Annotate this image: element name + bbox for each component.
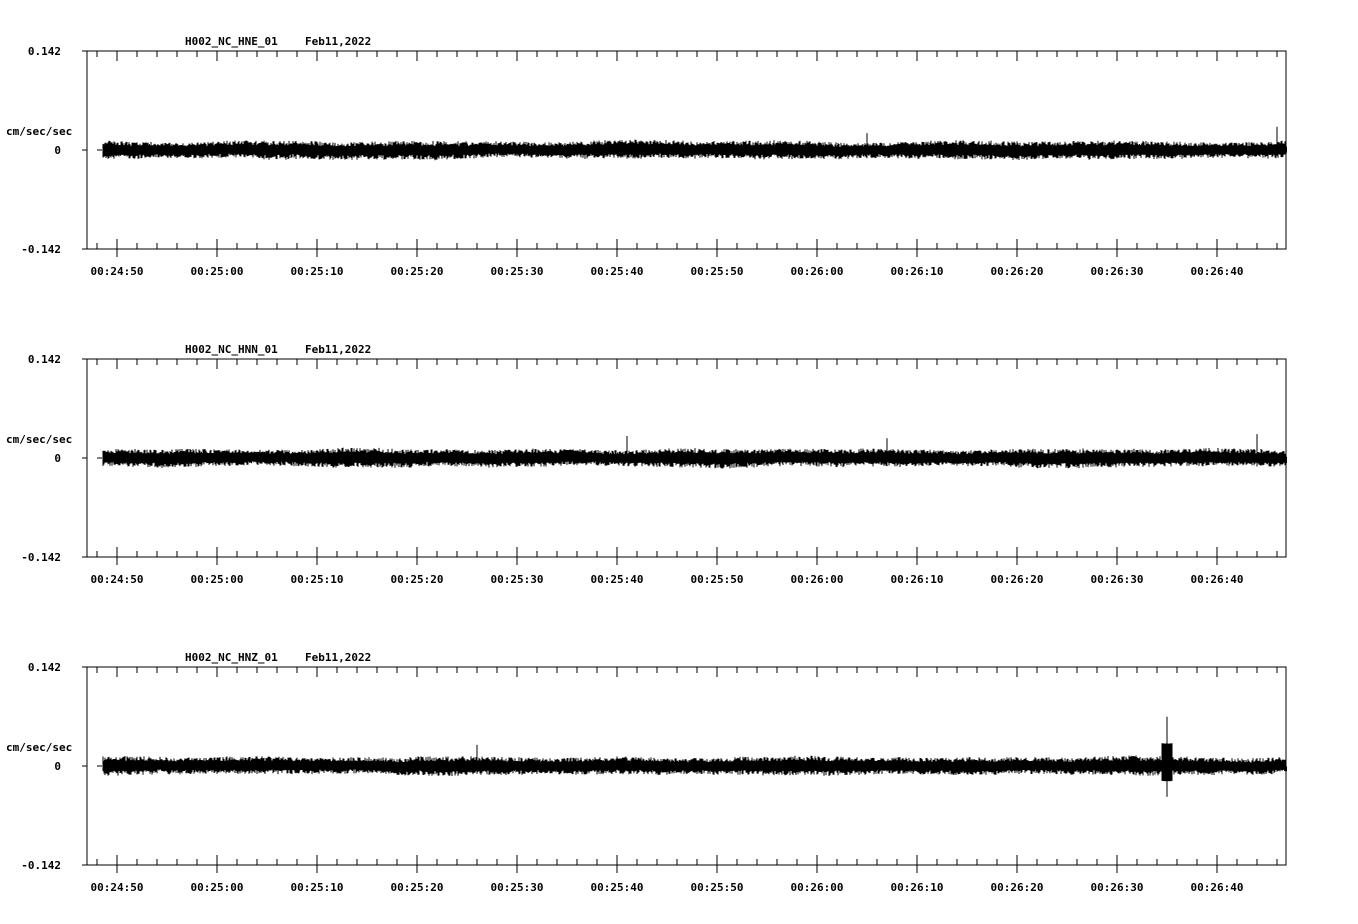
y-tick-label-min: -0.142 <box>21 551 61 564</box>
x-tick-label: 00:26:20 <box>991 881 1044 894</box>
record-date: Feb11,2022 <box>305 343 371 356</box>
y-tick-label-min: -0.142 <box>21 859 61 872</box>
channel-title: H002_NC_HNN_01 <box>185 343 278 356</box>
x-tick-label: 00:26:00 <box>791 573 844 586</box>
x-tick-label: 00:25:10 <box>291 881 344 894</box>
y-tick-label-max: 0.142 <box>28 353 61 366</box>
y-tick-label-max: 0.142 <box>28 661 61 674</box>
y-axis-label: cm/sec/sec <box>6 741 72 754</box>
y-tick-label-zero: 0 <box>54 144 61 157</box>
x-tick-label: 00:25:50 <box>691 881 744 894</box>
channel-title: H002_NC_HNZ_01 <box>185 651 278 664</box>
x-tick-label: 00:25:40 <box>591 881 644 894</box>
x-tick-label: 00:26:30 <box>1091 881 1144 894</box>
y-tick-label-zero: 0 <box>54 760 61 773</box>
seismic-trace <box>102 126 1287 161</box>
y-axis-label: cm/sec/sec <box>6 125 72 138</box>
seismic-trace <box>102 716 1287 797</box>
x-tick-label: 00:26:40 <box>1191 881 1244 894</box>
y-tick-label-zero: 0 <box>54 452 61 465</box>
x-tick-label: 00:24:50 <box>91 573 144 586</box>
x-tick-label: 00:25:00 <box>191 881 244 894</box>
x-tick-label: 00:26:10 <box>891 573 944 586</box>
x-tick-label: 00:26:00 <box>791 881 844 894</box>
x-tick-label: 00:25:50 <box>691 573 744 586</box>
x-tick-label: 00:26:40 <box>1191 265 1244 278</box>
channel-panel: H002_NC_HNN_01 Feb11,2022 0.142 0 -0.142 cm/s… <box>6 343 1287 586</box>
x-tick-label: 00:24:50 <box>91 881 144 894</box>
x-tick-label: 00:26:10 <box>891 881 944 894</box>
y-tick-label-min: -0.142 <box>21 243 61 256</box>
x-tick-label: 00:25:00 <box>191 265 244 278</box>
x-tick-label: 00:24:50 <box>91 265 144 278</box>
x-tick-label: 00:26:00 <box>791 265 844 278</box>
x-tick-label: 00:25:20 <box>391 573 444 586</box>
seismogram-figure: H002_NC_HNE_01 Feb11,2022 0.142 0 -0.142 cm/s… <box>6 35 1287 894</box>
x-tick-label: 00:25:10 <box>291 265 344 278</box>
record-date: Feb11,2022 <box>305 651 371 664</box>
x-tick-label: 00:25:10 <box>291 573 344 586</box>
x-tick-label: 00:25:40 <box>591 265 644 278</box>
x-tick-label: 00:25:50 <box>691 265 744 278</box>
x-tick-label: 00:25:30 <box>491 881 544 894</box>
x-tick-label: 00:26:20 <box>991 265 1044 278</box>
y-axis-label: cm/sec/sec <box>6 433 72 446</box>
x-tick-label: 00:25:30 <box>491 265 544 278</box>
seismic-trace <box>102 434 1287 469</box>
channel-panel: H002_NC_HNE_01 Feb11,2022 0.142 0 -0.142 cm/s… <box>6 35 1287 278</box>
y-tick-label-max: 0.142 <box>28 45 61 58</box>
x-tick-label: 00:26:20 <box>991 573 1044 586</box>
record-date: Feb11,2022 <box>305 35 371 48</box>
channel-title: H002_NC_HNE_01 <box>185 35 278 48</box>
x-tick-label: 00:25:40 <box>591 573 644 586</box>
x-tick-label: 00:26:30 <box>1091 573 1144 586</box>
x-tick-label: 00:26:40 <box>1191 573 1244 586</box>
x-tick-label: 00:25:20 <box>391 265 444 278</box>
x-tick-label: 00:26:30 <box>1091 265 1144 278</box>
channel-panel: H002_NC_HNZ_01 Feb11,2022 0.142 0 -0.142 cm/s… <box>6 651 1287 894</box>
x-tick-label: 00:25:00 <box>191 573 244 586</box>
x-tick-label: 00:25:30 <box>491 573 544 586</box>
x-tick-label: 00:26:10 <box>891 265 944 278</box>
x-tick-label: 00:25:20 <box>391 881 444 894</box>
